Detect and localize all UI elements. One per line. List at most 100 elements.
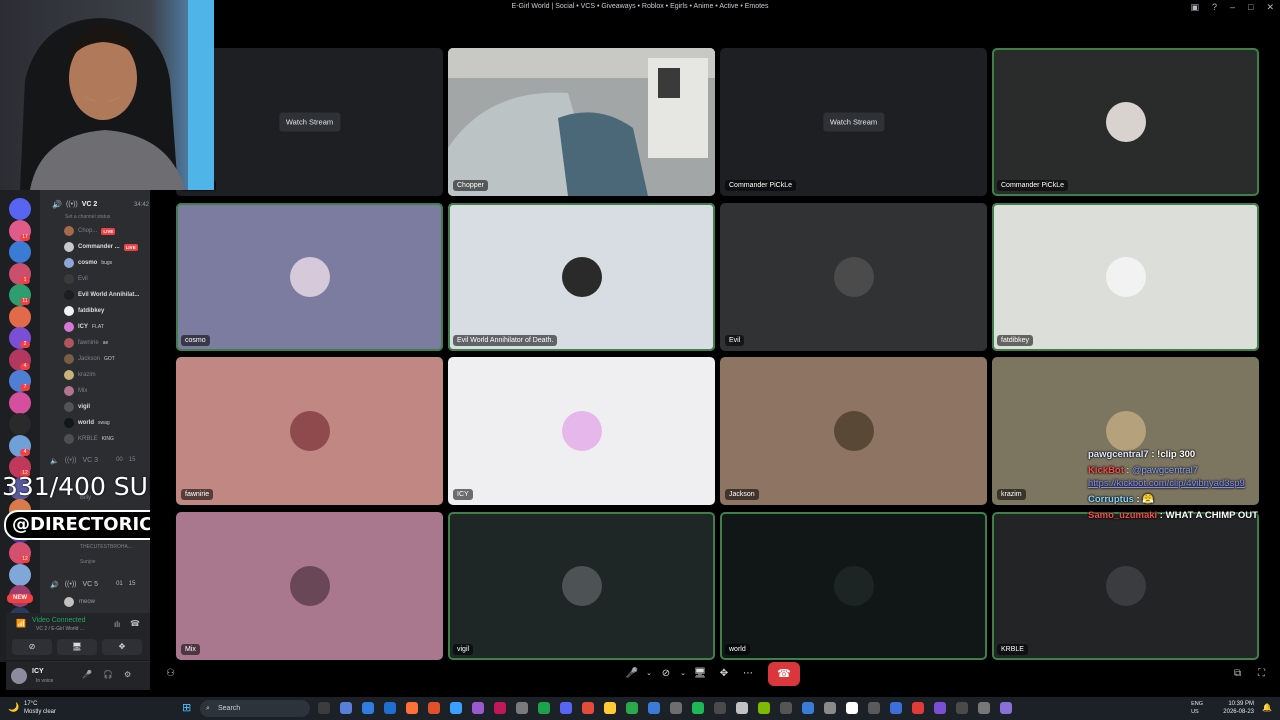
participant-tile[interactable]: fatdibkey [992, 202, 1259, 351]
participant-tile[interactable]: ICY [448, 357, 715, 505]
taskbar-app-icon[interactable] [472, 702, 484, 714]
inbox-icon[interactable]: ▣ [1190, 2, 1199, 13]
taskbar-app-icon[interactable] [978, 702, 990, 714]
voice-member[interactable]: Commander ... LIVE [64, 241, 138, 253]
participant-tile[interactable]: Chopper [448, 48, 715, 196]
voice-member[interactable]: fawnirie ae [64, 337, 108, 349]
help-icon[interactable]: ? [1212, 2, 1217, 13]
noise-icon[interactable]: ılı [114, 620, 120, 629]
server-icon[interactable] [9, 413, 31, 435]
voice-member[interactable]: vigil [64, 401, 90, 413]
voice-member[interactable]: Evil World Annihilat... [64, 289, 139, 301]
taskbar-app-icon[interactable] [362, 702, 374, 714]
hang-up-button[interactable]: ☎ [768, 662, 800, 686]
taskbar-app-icon[interactable] [318, 702, 330, 714]
voice-member[interactable]: KRBLE KING [64, 433, 114, 445]
activities-icon[interactable]: ✥ [712, 664, 736, 684]
language-indicator[interactable]: ENG US [1191, 700, 1203, 716]
server-icon[interactable] [9, 391, 31, 414]
taskbar-app-icon[interactable] [560, 702, 572, 714]
voice-member[interactable]: Chop... LIVE [64, 225, 116, 237]
vc3-member-3[interactable]: Sunjoe [80, 559, 96, 565]
vc5-member-meow[interactable]: meow [64, 597, 95, 607]
voice-member[interactable]: fatdibkey [64, 305, 104, 317]
voice-member[interactable]: Mix [64, 385, 87, 397]
taskbar-app-icon[interactable] [384, 702, 396, 714]
camera-off-icon[interactable]: ⊘ [654, 664, 678, 684]
vc3-member-2[interactable]: THECUTESTBROHA... [80, 544, 132, 550]
taskbar-app-icon[interactable] [934, 702, 946, 714]
taskbar-search[interactable]: ⌕ Search [200, 700, 310, 717]
taskbar-app-icon[interactable] [780, 702, 792, 714]
weather-icon[interactable]: 🌙 [8, 702, 19, 713]
server-icon[interactable] [9, 563, 31, 586]
taskbar-app-icon[interactable] [890, 702, 902, 714]
taskbar-app-icon[interactable] [714, 702, 726, 714]
server-icon[interactable] [9, 305, 31, 328]
taskbar-app-icon[interactable] [670, 702, 682, 714]
microphone-icon[interactable]: 🎤 [620, 664, 644, 684]
voice-member[interactable]: world swag [64, 417, 110, 429]
taskbar-app-icon[interactable] [406, 702, 418, 714]
new-servers-pill[interactable]: NEW [7, 594, 33, 603]
watch-stream-button[interactable]: Watch Stream [822, 112, 885, 132]
taskbar-app-icon[interactable] [626, 702, 638, 714]
minimize-icon[interactable]: – [1230, 2, 1235, 13]
taskbar-app-icon[interactable] [538, 702, 550, 714]
taskbar-app-icon[interactable] [648, 702, 660, 714]
taskbar-app-icon[interactable] [846, 702, 858, 714]
participant-tile[interactable]: Evil [720, 202, 987, 351]
disconnect-icon[interactable]: ☎ [130, 619, 140, 628]
voice-location[interactable]: VC 2 / E-Girl World ... [36, 626, 84, 632]
weather-widget[interactable]: 17°C Mostly clear [24, 700, 56, 716]
participant-tile[interactable]: fawnirie [176, 357, 443, 505]
channel-status[interactable]: Set a channel status [65, 214, 110, 220]
participant-tile[interactable]: vigil [448, 511, 715, 660]
participant-tile[interactable]: cosmo [176, 202, 443, 351]
voice-member[interactable]: ICY FLAT [64, 321, 104, 333]
voice-member[interactable]: Jackson GOT [64, 353, 115, 365]
notification-icon[interactable]: 🔔 [1262, 703, 1272, 712]
maximize-icon[interactable]: □ [1248, 2, 1253, 13]
chevron-down-icon[interactable]: ⌄ [644, 664, 654, 684]
voice-invite-icon[interactable]: ⚇ [166, 668, 175, 679]
avatar[interactable] [11, 668, 27, 684]
camera-off-button[interactable]: ⊘ [12, 639, 52, 655]
voice-channel-vc5[interactable]: 🔊 ((•)) VC 5 01 15 [50, 581, 135, 589]
participant-tile[interactable]: Watch StreamChopper [176, 48, 443, 196]
taskbar-app-icon[interactable] [1000, 702, 1012, 714]
taskbar-app-icon[interactable] [692, 702, 704, 714]
microphone-icon[interactable]: 🎤 [82, 670, 92, 679]
voice-channel-vc3[interactable]: 🔈 ((•)) VC 3 00 15 [50, 457, 135, 465]
taskbar-app-icon[interactable] [494, 702, 506, 714]
taskbar-app-icon[interactable] [516, 702, 528, 714]
screen-share-button[interactable]: 🖥 [57, 639, 97, 655]
taskbar-app-icon[interactable] [758, 702, 770, 714]
participant-tile[interactable]: Evil World Annihilator of Death. [448, 202, 715, 351]
fullscreen-icon[interactable]: ⛶ [1258, 668, 1265, 679]
taskbar-app-icon[interactable] [956, 702, 968, 714]
taskbar-app-icon[interactable] [868, 702, 880, 714]
taskbar-app-icon[interactable] [340, 702, 352, 714]
taskbar-app-icon[interactable] [824, 702, 836, 714]
taskbar-app-icon[interactable] [604, 702, 616, 714]
taskbar-app-icon[interactable] [428, 702, 440, 714]
more-icon[interactable]: ⋯ [736, 664, 760, 684]
server-icon[interactable] [9, 241, 31, 263]
screen-share-icon[interactable]: 🖥 [688, 664, 712, 684]
close-icon[interactable]: ✕ [1266, 2, 1274, 13]
activities-button[interactable]: ✥ [102, 639, 142, 655]
windows-start-icon[interactable]: ⊞ [182, 701, 191, 714]
participant-tile[interactable]: Jackson [720, 357, 987, 505]
chat-link[interactable]: https://kickbot.com/clip/4vibnyad3sp9 [1088, 478, 1245, 489]
voice-member[interactable]: cosmo bugs [64, 257, 112, 269]
voice-member[interactable]: krazim [64, 369, 96, 381]
taskbar-app-icon[interactable] [582, 702, 594, 714]
taskbar-app-icon[interactable] [802, 702, 814, 714]
voice-member[interactable]: Evil [64, 273, 88, 285]
chevron-down-icon[interactable]: ⌄ [678, 664, 688, 684]
taskbar-app-icon[interactable] [450, 702, 462, 714]
participant-tile[interactable]: Watch Stream Commander PiCkLe [720, 48, 987, 196]
participant-tile[interactable]: Commander PiCkLe [992, 48, 1259, 196]
gear-icon[interactable]: ⚙ [124, 670, 131, 679]
